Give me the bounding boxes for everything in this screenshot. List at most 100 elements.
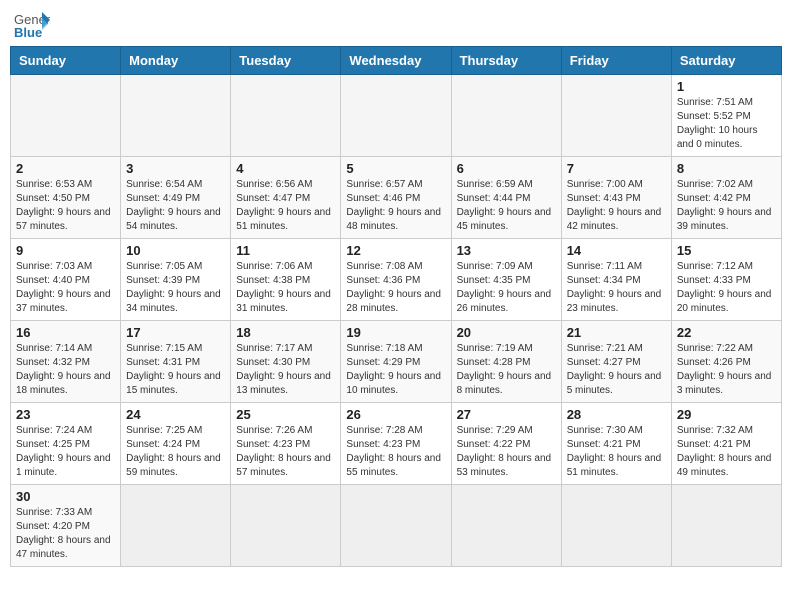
day-info: Sunrise: 7:22 AM Sunset: 4:26 PM Dayligh…	[677, 342, 776, 398]
svg-text:Blue: Blue	[14, 25, 42, 40]
calendar-day-cell: 18 Sunrise: 7:17 AM Sunset: 4:30 PM Dayli…	[231, 321, 341, 403]
calendar-day-cell: 10Sunrise: 7:05 AM Sunset: 4:39 PM Dayli…	[121, 239, 231, 321]
day-info: Sunrise: 6:59 AM Sunset: 4:44 PM Dayligh…	[457, 178, 556, 234]
day-info: Sunrise: 7:00 AM Sunset: 4:43 PM Dayligh…	[567, 178, 666, 234]
day-number: 30	[16, 489, 115, 504]
day-info: Sunrise: 7:21 AM Sunset: 4:27 PM Dayligh…	[567, 342, 666, 398]
weekday-header-row: SundayMondayTuesdayWednesdayThursdayFrid…	[11, 47, 782, 75]
calendar-day-cell: 29 Sunrise: 7:32 AM Sunset: 4:21 PM Dayli…	[671, 403, 781, 485]
weekday-header-friday: Friday	[561, 47, 671, 75]
calendar-day-cell: 27 Sunrise: 7:29 AM Sunset: 4:22 PM Dayli…	[451, 403, 561, 485]
day-number: 25	[236, 407, 335, 422]
day-number: 23	[16, 407, 115, 422]
day-number: 15	[677, 243, 776, 258]
day-info: Sunrise: 7:06 AM Sunset: 4:38 PM Dayligh…	[236, 260, 335, 316]
day-info: Sunrise: 7:29 AM Sunset: 4:22 PM Dayligh…	[457, 424, 556, 480]
day-info: Sunrise: 7:32 AM Sunset: 4:21 PM Dayligh…	[677, 424, 776, 480]
day-number: 2	[16, 161, 115, 176]
calendar-day-cell: 19Sunrise: 7:18 AM Sunset: 4:29 PM Dayli…	[341, 321, 451, 403]
calendar-day-cell: 25Sunrise: 7:26 AM Sunset: 4:23 PM Dayli…	[231, 403, 341, 485]
day-number: 18	[236, 325, 335, 340]
calendar-day-cell: 9Sunrise: 7:03 AM Sunset: 4:40 PM Daylig…	[11, 239, 121, 321]
day-info: Sunrise: 7:02 AM Sunset: 4:42 PM Dayligh…	[677, 178, 776, 234]
day-number: 14	[567, 243, 666, 258]
weekday-header-monday: Monday	[121, 47, 231, 75]
day-info: Sunrise: 7:25 AM Sunset: 4:24 PM Dayligh…	[126, 424, 225, 480]
calendar-table: SundayMondayTuesdayWednesdayThursdayFrid…	[10, 46, 782, 567]
day-info: Sunrise: 7:30 AM Sunset: 4:21 PM Dayligh…	[567, 424, 666, 480]
calendar-day-cell	[671, 485, 781, 567]
calendar-day-cell: 11 Sunrise: 7:06 AM Sunset: 4:38 PM Dayli…	[231, 239, 341, 321]
day-info: Sunrise: 7:09 AM Sunset: 4:35 PM Dayligh…	[457, 260, 556, 316]
calendar-day-cell	[561, 75, 671, 157]
weekday-header-thursday: Thursday	[451, 47, 561, 75]
calendar-day-cell	[231, 485, 341, 567]
calendar-day-cell: 6 Sunrise: 6:59 AM Sunset: 4:44 PM Daylig…	[451, 157, 561, 239]
day-number: 28	[567, 407, 666, 422]
page-header: General Blue	[10, 10, 782, 40]
day-number: 4	[236, 161, 335, 176]
calendar-week-row: 30Sunrise: 7:33 AM Sunset: 4:20 PM Dayli…	[11, 485, 782, 567]
calendar-day-cell	[121, 75, 231, 157]
weekday-header-tuesday: Tuesday	[231, 47, 341, 75]
calendar-day-cell: 24 Sunrise: 7:25 AM Sunset: 4:24 PM Dayli…	[121, 403, 231, 485]
calendar-day-cell: 21 Sunrise: 7:21 AM Sunset: 4:27 PM Dayli…	[561, 321, 671, 403]
day-number: 3	[126, 161, 225, 176]
day-number: 10	[126, 243, 225, 258]
day-info: Sunrise: 7:17 AM Sunset: 4:30 PM Dayligh…	[236, 342, 335, 398]
day-info: Sunrise: 7:24 AM Sunset: 4:25 PM Dayligh…	[16, 424, 115, 480]
day-number: 19	[346, 325, 445, 340]
calendar-day-cell	[451, 75, 561, 157]
calendar-day-cell	[451, 485, 561, 567]
calendar-week-row: 2 Sunrise: 6:53 AM Sunset: 4:50 PM Daylig…	[11, 157, 782, 239]
day-number: 29	[677, 407, 776, 422]
day-number: 21	[567, 325, 666, 340]
day-info: Sunrise: 7:15 AM Sunset: 4:31 PM Dayligh…	[126, 342, 225, 398]
calendar-day-cell	[231, 75, 341, 157]
calendar-day-cell: 15 Sunrise: 7:12 AM Sunset: 4:33 PM Dayli…	[671, 239, 781, 321]
weekday-header-sunday: Sunday	[11, 47, 121, 75]
day-number: 6	[457, 161, 556, 176]
calendar-day-cell: 1Sunrise: 7:51 AM Sunset: 5:52 PM Daylig…	[671, 75, 781, 157]
calendar-day-cell	[561, 485, 671, 567]
day-info: Sunrise: 7:11 AM Sunset: 4:34 PM Dayligh…	[567, 260, 666, 316]
calendar-day-cell: 22Sunrise: 7:22 AM Sunset: 4:26 PM Dayli…	[671, 321, 781, 403]
day-info: Sunrise: 7:19 AM Sunset: 4:28 PM Dayligh…	[457, 342, 556, 398]
calendar-week-row: 16Sunrise: 7:14 AM Sunset: 4:32 PM Dayli…	[11, 321, 782, 403]
calendar-day-cell: 13 Sunrise: 7:09 AM Sunset: 4:35 PM Dayli…	[451, 239, 561, 321]
calendar-week-row: 9Sunrise: 7:03 AM Sunset: 4:40 PM Daylig…	[11, 239, 782, 321]
day-number: 8	[677, 161, 776, 176]
day-number: 27	[457, 407, 556, 422]
calendar-day-cell: 7Sunrise: 7:00 AM Sunset: 4:43 PM Daylig…	[561, 157, 671, 239]
day-number: 1	[677, 79, 776, 94]
logo: General Blue	[14, 10, 50, 40]
calendar-day-cell: 5Sunrise: 6:57 AM Sunset: 4:46 PM Daylig…	[341, 157, 451, 239]
day-number: 9	[16, 243, 115, 258]
day-info: Sunrise: 6:56 AM Sunset: 4:47 PM Dayligh…	[236, 178, 335, 234]
calendar-day-cell: 28 Sunrise: 7:30 AM Sunset: 4:21 PM Dayli…	[561, 403, 671, 485]
day-info: Sunrise: 6:53 AM Sunset: 4:50 PM Dayligh…	[16, 178, 115, 234]
calendar-day-cell: 2 Sunrise: 6:53 AM Sunset: 4:50 PM Daylig…	[11, 157, 121, 239]
calendar-day-cell: 4 Sunrise: 6:56 AM Sunset: 4:47 PM Daylig…	[231, 157, 341, 239]
calendar-day-cell: 20 Sunrise: 7:19 AM Sunset: 4:28 PM Dayli…	[451, 321, 561, 403]
weekday-header-wednesday: Wednesday	[341, 47, 451, 75]
day-number: 13	[457, 243, 556, 258]
day-number: 20	[457, 325, 556, 340]
calendar-day-cell	[341, 75, 451, 157]
calendar-day-cell: 26Sunrise: 7:28 AM Sunset: 4:23 PM Dayli…	[341, 403, 451, 485]
calendar-day-cell: 3 Sunrise: 6:54 AM Sunset: 4:49 PM Daylig…	[121, 157, 231, 239]
day-number: 24	[126, 407, 225, 422]
logo-icon: General Blue	[14, 10, 50, 40]
calendar-day-cell	[11, 75, 121, 157]
calendar-day-cell: 8 Sunrise: 7:02 AM Sunset: 4:42 PM Daylig…	[671, 157, 781, 239]
calendar-day-cell	[341, 485, 451, 567]
calendar-day-cell: 30Sunrise: 7:33 AM Sunset: 4:20 PM Dayli…	[11, 485, 121, 567]
calendar-day-cell: 16Sunrise: 7:14 AM Sunset: 4:32 PM Dayli…	[11, 321, 121, 403]
day-info: Sunrise: 6:54 AM Sunset: 4:49 PM Dayligh…	[126, 178, 225, 234]
day-number: 11	[236, 243, 335, 258]
day-info: Sunrise: 7:08 AM Sunset: 4:36 PM Dayligh…	[346, 260, 445, 316]
day-number: 12	[346, 243, 445, 258]
day-number: 5	[346, 161, 445, 176]
day-info: Sunrise: 7:12 AM Sunset: 4:33 PM Dayligh…	[677, 260, 776, 316]
calendar-day-cell	[121, 485, 231, 567]
